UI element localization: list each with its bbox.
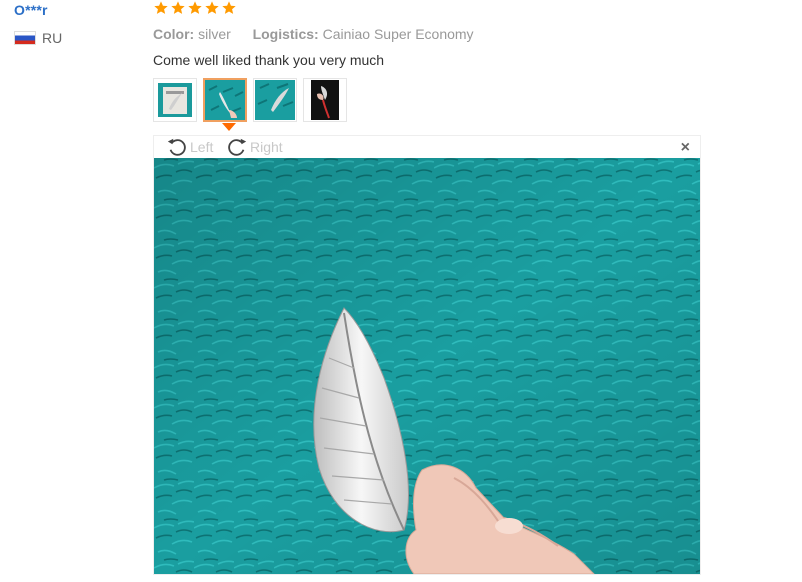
- rotate-left-icon: [167, 138, 186, 156]
- thumb-feather-held-dark[interactable]: [303, 78, 347, 122]
- feather-photo-icon: [255, 80, 295, 120]
- thumb-feather-on-teal-rug[interactable]: [203, 78, 247, 122]
- russia-flag-icon: [14, 31, 36, 45]
- review-photo: [154, 158, 700, 574]
- review-text: Come well liked thank you very much: [153, 52, 385, 68]
- feather-photo-icon: [311, 80, 339, 120]
- star-icon: [188, 1, 202, 14]
- rotate-right-icon: [228, 138, 247, 156]
- color-value: silver: [198, 26, 231, 42]
- rotate-left-button[interactable]: Left: [166, 136, 213, 158]
- logistics-label: Logistics:: [252, 26, 319, 42]
- thumb-feather-on-paper[interactable]: [153, 78, 197, 122]
- active-thumbnail-indicator: [222, 123, 236, 131]
- thumb-feather-close-up[interactable]: [253, 78, 297, 122]
- close-viewer-button[interactable]: ×: [681, 140, 690, 156]
- star-icon: [154, 1, 168, 14]
- star-icon: [171, 1, 185, 14]
- viewer-toolbar: Left Right ×: [154, 136, 700, 158]
- country-code: RU: [42, 30, 63, 46]
- color-label: Color:: [153, 26, 195, 42]
- feather-photo-icon: [158, 83, 192, 117]
- rating-stars: [153, 0, 237, 16]
- thumbnail-strip: [153, 78, 347, 122]
- star-icon: [205, 1, 219, 14]
- feather-photo-icon: [205, 80, 245, 120]
- image-viewer: Left Right ×: [153, 135, 701, 575]
- rotate-left-label: Left: [190, 139, 214, 155]
- review-meta: Color: silver Logistics: Cainiao Super E…: [153, 26, 474, 42]
- rotate-right-label: Right: [250, 139, 283, 155]
- star-icon: [222, 1, 236, 14]
- rotate-right-button[interactable]: Right: [226, 136, 283, 158]
- logistics-value: Cainiao Super Economy: [322, 26, 474, 42]
- reviewer-name[interactable]: O***r: [14, 2, 48, 18]
- reviewer-country: RU: [14, 30, 62, 46]
